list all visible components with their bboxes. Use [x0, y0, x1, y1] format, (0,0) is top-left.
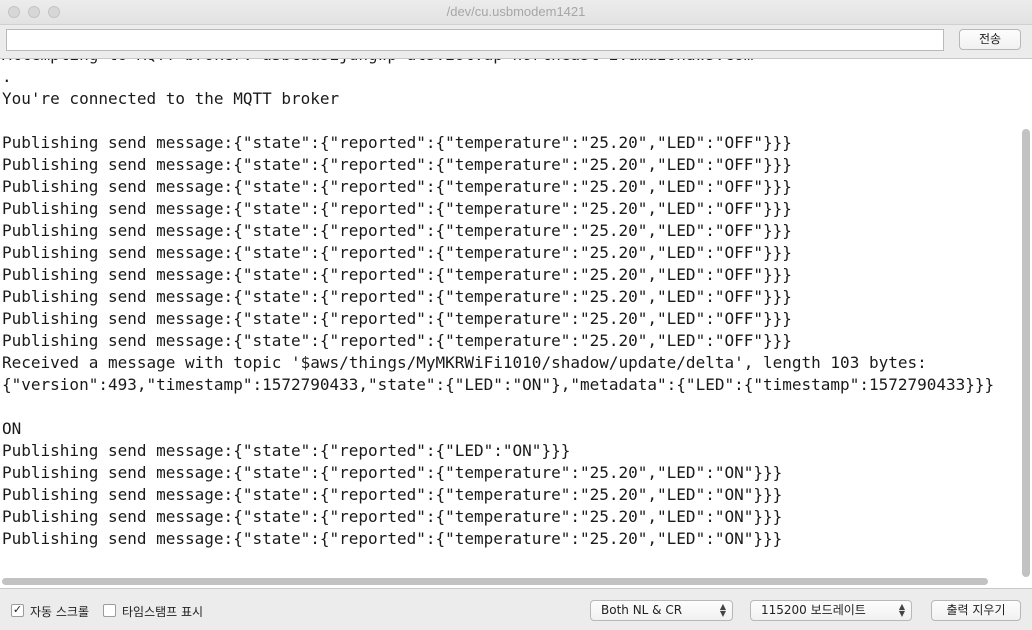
console-line: . — [2, 67, 12, 86]
select-arrows-icon: ▲ ▼ — [898, 602, 905, 618]
horizontal-scroll-thumb[interactable] — [2, 578, 988, 585]
vertical-scroll-thumb[interactable] — [1022, 129, 1030, 577]
console-line: Publishing send message:{"state":{"repor… — [2, 441, 571, 460]
console-line: {"version":493,"timestamp":1572790433,"s… — [2, 375, 995, 394]
console-line: Publishing send message:{"state":{"repor… — [2, 287, 792, 306]
minimize-window-button[interactable] — [28, 6, 40, 18]
line-ending-value: Both NL & CR — [601, 603, 683, 617]
close-window-button[interactable] — [8, 6, 20, 18]
send-button[interactable]: 전송 — [959, 29, 1021, 50]
console-line: Attempting to MQTT broker: a3bcbasijungw… — [2, 59, 1016, 66]
console-line: Received a message with topic '$aws/thin… — [2, 353, 927, 372]
baud-rate-value: 115200 보드레이트 — [761, 603, 866, 617]
autoscroll-checkbox[interactable]: ✓ — [11, 604, 24, 617]
console-line: Publishing send message:{"state":{"repor… — [2, 221, 792, 240]
console-line: Publishing send message:{"state":{"repor… — [2, 265, 792, 284]
console-line: Publishing send message:{"state":{"repor… — [2, 485, 783, 504]
send-bar: 전송 — [0, 25, 1032, 58]
autoscroll-label: 자동 스크롤 — [30, 605, 90, 619]
horizontal-scrollbar[interactable] — [2, 578, 1018, 587]
timestamp-checkbox[interactable] — [103, 604, 116, 617]
console-line: Publishing send message:{"state":{"repor… — [2, 507, 783, 526]
clear-output-button[interactable]: 출력 지우기 — [931, 600, 1021, 621]
vertical-scrollbar[interactable] — [1020, 63, 1030, 577]
console-line: Publishing send message:{"state":{"repor… — [2, 243, 792, 262]
window-title: /dev/cu.usbmodem1421 — [446, 4, 586, 19]
console-line: You're connected to the MQTT broker — [2, 89, 340, 108]
output-lines: Attempting to MQTT broker: a3bcbasijungw… — [2, 59, 1016, 550]
timestamp-label: 타임스탬프 표시 — [122, 605, 204, 619]
serial-output[interactable]: Attempting to MQTT broker: a3bcbasijungw… — [0, 58, 1032, 589]
title-bar: /dev/cu.usbmodem1421 — [0, 0, 1032, 25]
console-line: Publishing send message:{"state":{"repor… — [2, 529, 783, 548]
console-line: Publishing send message:{"state":{"repor… — [2, 463, 783, 482]
zoom-window-button[interactable] — [48, 6, 60, 18]
baud-rate-select[interactable]: 115200 보드레이트 ▲ ▼ — [750, 600, 912, 621]
console-line: Publishing send message:{"state":{"repor… — [2, 309, 792, 328]
console-line: Publishing send message:{"state":{"repor… — [2, 155, 792, 174]
checkmark-icon: ✓ — [12, 604, 23, 616]
console-line: Publishing send message:{"state":{"repor… — [2, 177, 792, 196]
select-arrows-icon: ▲ ▼ — [719, 602, 726, 618]
console-line: Publishing send message:{"state":{"repor… — [2, 331, 792, 350]
console-line: ON — [2, 419, 22, 438]
status-footer: ✓ 자동 스크롤 타임스탬프 표시 Both NL & CR ▲ ▼ 115200… — [0, 590, 1032, 630]
console-line: Publishing send message:{"state":{"repor… — [2, 133, 792, 152]
send-input[interactable] — [6, 29, 944, 51]
console-line: Publishing send message:{"state":{"repor… — [2, 199, 792, 218]
line-ending-select[interactable]: Both NL & CR ▲ ▼ — [590, 600, 733, 621]
